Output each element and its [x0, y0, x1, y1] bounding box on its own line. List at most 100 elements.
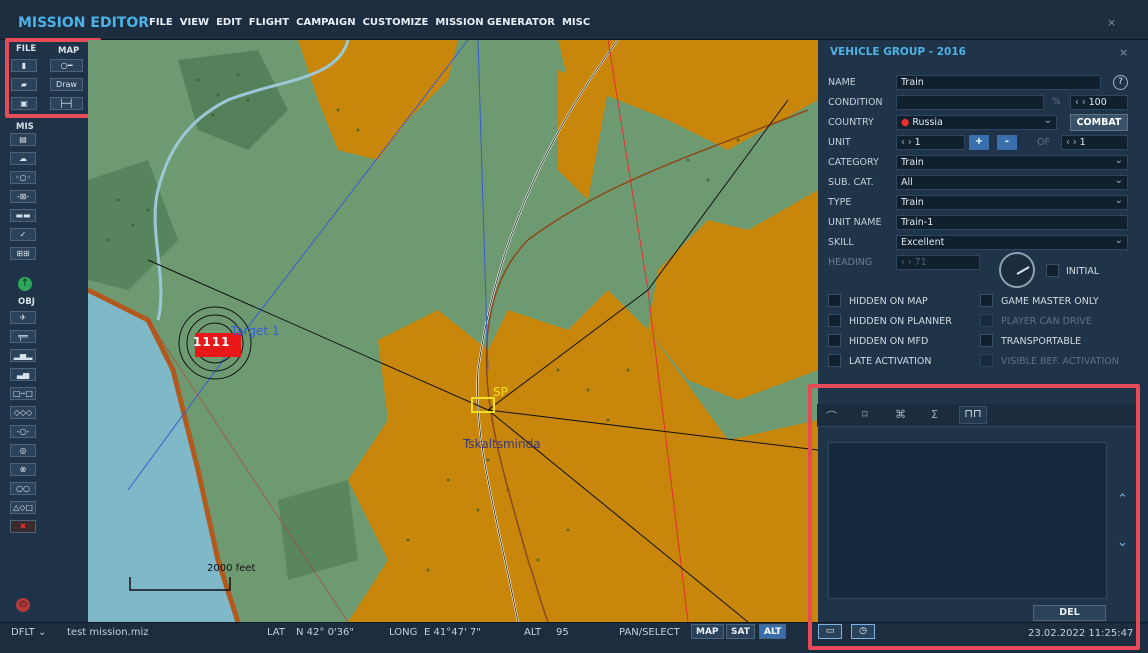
lat-label: LAT [267, 627, 285, 638]
map-terrain-southeast [718, 420, 818, 622]
lat-value: N 42° 0'36" [296, 627, 354, 638]
hidden-on-map-label: HIDDEN ON MAP [849, 296, 928, 307]
hidden-on-map-checkbox[interactable] [828, 294, 841, 307]
name-input[interactable]: Train [896, 75, 1101, 90]
menu-flight[interactable]: FLIGHT [249, 17, 289, 28]
transportable-checkbox[interactable] [980, 334, 993, 347]
name-label: NAME [828, 77, 856, 88]
flag-icon[interactable]: ▬▬ [10, 209, 36, 222]
menu-mission-generator[interactable]: MISSION GENERATOR [435, 17, 555, 28]
town-label: Tskaltsminda [463, 437, 541, 451]
mission-filename: test mission.miz [67, 627, 149, 638]
menu-file[interactable]: FILE [149, 17, 173, 28]
delete-icon[interactable]: ✖ [10, 520, 36, 533]
category-select[interactable]: Train [896, 154, 1128, 170]
check-icon[interactable]: ✓ [10, 228, 36, 241]
highlight-box-toolbar [5, 38, 101, 118]
triggers-icon[interactable]: ⊞⊞ [10, 247, 36, 260]
highlight-box-tabs [808, 384, 1140, 650]
add-unit-button[interactable]: + [969, 135, 989, 150]
player-can-drive-label: PLAYER CAN DRIVE [1001, 316, 1092, 327]
map-canvas [88, 40, 818, 622]
menu-campaign[interactable]: CAMPAIGN [296, 17, 355, 28]
hidden-on-planner-checkbox[interactable] [828, 314, 841, 327]
help-icon[interactable]: ? [1113, 75, 1128, 90]
combat-button[interactable]: COMBAT [1070, 114, 1128, 131]
briefing-icon[interactable]: ▤ [10, 133, 36, 146]
cancel-circle-icon[interactable]: ⊗ [10, 463, 36, 476]
exit-icon[interactable]: ⏻ [16, 598, 30, 612]
vehicle-icon[interactable]: ▃▅ [10, 368, 36, 381]
weather-icon[interactable]: ☁ [10, 152, 36, 165]
menu-view[interactable]: VIEW [180, 17, 209, 28]
initial-checkbox[interactable] [1046, 264, 1059, 277]
unit-count-stepper[interactable]: ‹ › 1 [1061, 135, 1128, 150]
player-can-drive-checkbox [980, 314, 993, 327]
target-label: Target 1 [231, 324, 280, 338]
hidden-on-mfd-checkbox[interactable] [828, 334, 841, 347]
map-view-button[interactable]: MAP [691, 624, 724, 639]
game-master-only-checkbox[interactable] [980, 294, 993, 307]
menu-edit[interactable]: EDIT [216, 17, 242, 28]
heading-stepper: ‹ › 71 [896, 255, 980, 270]
unit-stepper[interactable]: ‹ › 1 [896, 135, 965, 150]
map-forest-north [178, 50, 288, 150]
sat-view-button[interactable]: SAT [726, 624, 755, 639]
skill-select[interactable]: Excellent [896, 234, 1128, 250]
shapes-icon[interactable]: △◇□ [10, 501, 36, 514]
of-label: OF [1037, 137, 1050, 148]
map-line-blue-vertical [477, 40, 489, 371]
nav-point-icon[interactable]: -○- [10, 425, 36, 438]
subcat-label: SUB. CAT. [828, 177, 874, 188]
obj-section-label: OBJ [18, 297, 35, 307]
map-view[interactable]: 1 1 1 1 Target 1 SP Tskaltsminda 2000 fe… [88, 40, 818, 622]
alt-view-button[interactable]: ALT [759, 624, 787, 639]
main-menu: FILE VIEW EDIT FLIGHT CAMPAIGN CUSTOMIZE… [149, 17, 590, 28]
static-object-icon[interactable]: □─□ [10, 387, 36, 400]
up-arrow-icon[interactable]: ↑ [18, 277, 32, 291]
mode-label: PAN/SELECT [619, 627, 680, 638]
visible-before-activation-label: VISIBLE BEF. ACTIVATION [1001, 356, 1119, 367]
app-title: MISSION EDITOR [18, 15, 150, 31]
unit-label: UNIT [828, 137, 851, 148]
transportable-label: TRANSPORTABLE [1001, 336, 1082, 347]
alt-value: 95 [556, 627, 569, 638]
percent-label: % [1052, 97, 1061, 107]
late-activation-checkbox[interactable] [828, 354, 841, 367]
menu-customize[interactable]: CUSTOMIZE [363, 17, 429, 28]
menu-misc[interactable]: MISC [562, 17, 590, 28]
type-label: TYPE [828, 197, 852, 208]
helicopter-icon[interactable]: ╤═ [10, 330, 36, 343]
panel-title: VEHICLE GROUP - 2016 [830, 46, 966, 58]
template-icon[interactable]: ◇◇◇ [10, 406, 36, 419]
late-activation-label: LATE ACTIVATION [849, 356, 932, 367]
visible-before-activation-checkbox [980, 354, 993, 367]
game-master-only-label: GAME MASTER ONLY [1001, 296, 1099, 307]
map-terrain-north [298, 40, 458, 160]
condition-input[interactable] [896, 95, 1044, 110]
country-label: COUNTRY [828, 117, 874, 128]
remove-unit-button[interactable]: - [997, 135, 1017, 150]
ship-icon[interactable]: ▂▅▂ [10, 349, 36, 362]
subcat-select[interactable]: All [896, 174, 1128, 190]
zone-icon[interactable]: -⊠- [10, 190, 36, 203]
hidden-on-mfd-label: HIDDEN ON MFD [849, 336, 929, 347]
waypoint-icon[interactable]: ◦○◦ [10, 171, 36, 184]
heading-dial[interactable] [999, 252, 1035, 288]
long-value: E 41°47' 7" [424, 627, 481, 638]
window-close-icon[interactable]: × [1107, 16, 1116, 29]
target-icon[interactable]: ◎ [10, 444, 36, 457]
type-select[interactable]: Train [896, 194, 1128, 210]
plane-icon[interactable]: ✈ [10, 311, 36, 324]
condition-percent-stepper[interactable]: ‹ › 100 [1070, 95, 1128, 110]
initial-label: INITIAL [1066, 266, 1100, 277]
skill-label: SKILL [828, 237, 854, 248]
alt-label: ALT [524, 627, 542, 638]
link-icon[interactable]: ○○ [10, 482, 36, 495]
profile-dropdown[interactable]: DFLT ⌄ [11, 627, 46, 638]
panel-close-icon[interactable]: × [1119, 46, 1128, 59]
sp-label: SP [493, 385, 508, 399]
country-select[interactable]: ● Russia [896, 114, 1057, 130]
hidden-on-planner-label: HIDDEN ON PLANNER [849, 316, 952, 327]
unit-name-input[interactable]: Train-1 [896, 215, 1128, 230]
